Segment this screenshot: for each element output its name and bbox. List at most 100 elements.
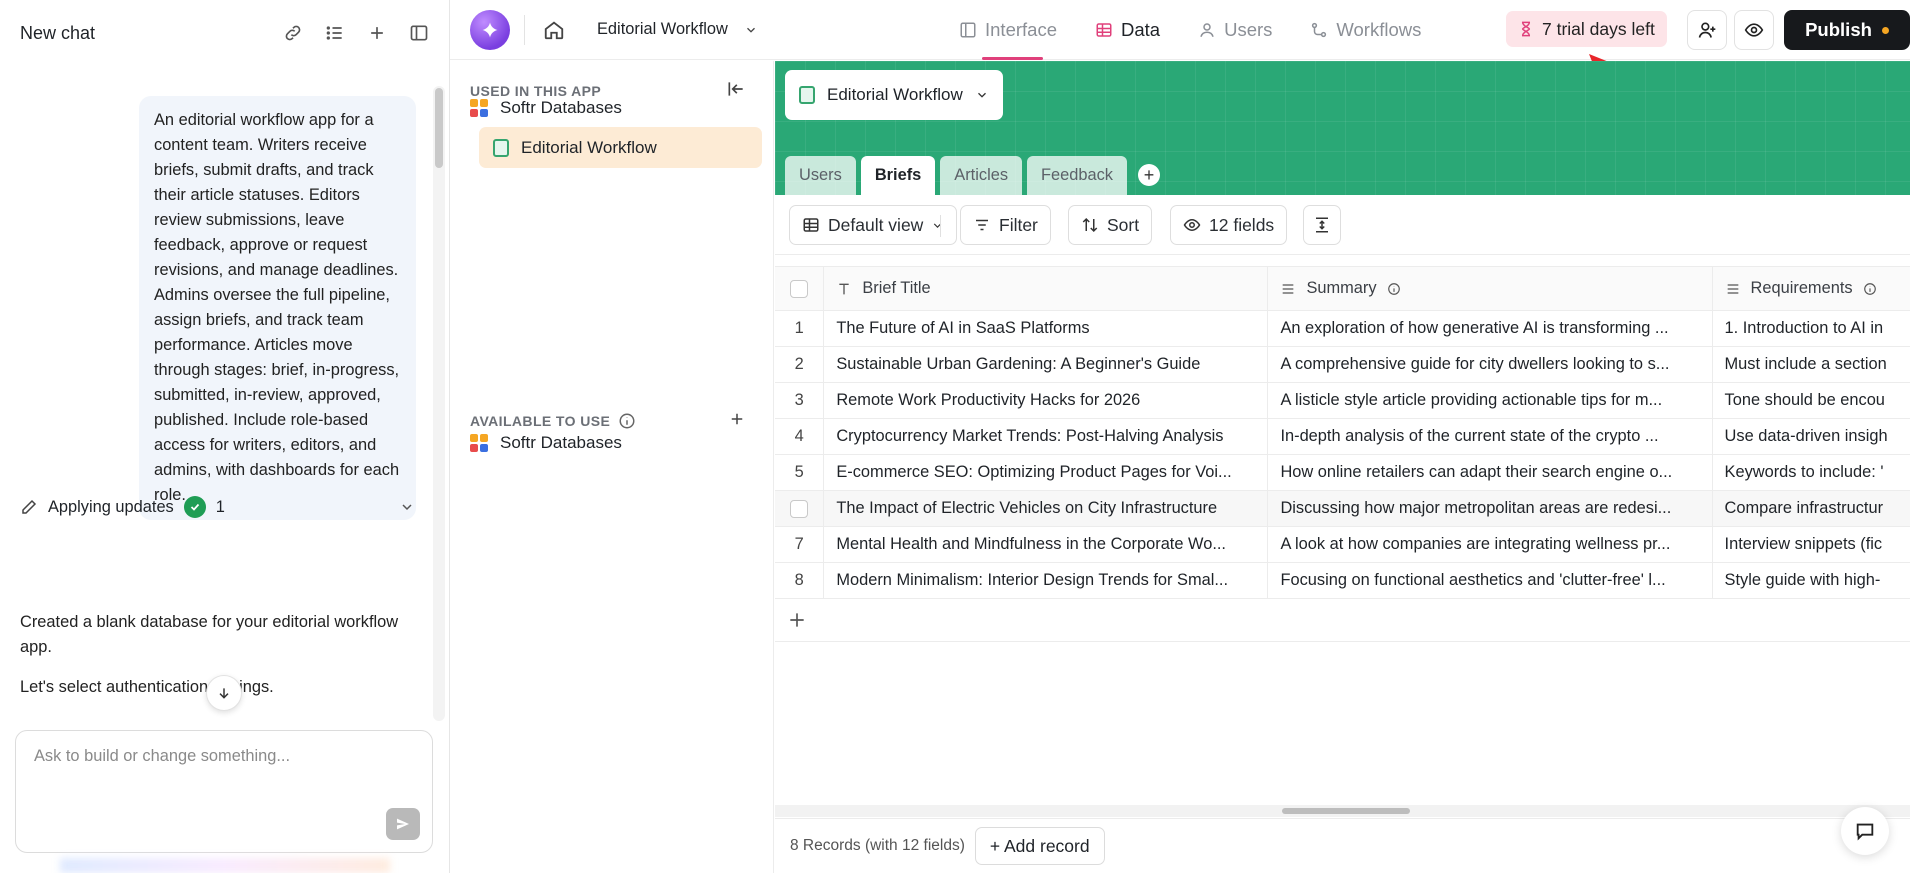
available-to-use-label: AVAILABLE TO USE (470, 412, 636, 430)
cell-brief-title[interactable]: Remote Work Productivity Hacks for 2026 (824, 383, 1269, 418)
add-row-button[interactable] (775, 599, 1910, 642)
home-icon (544, 21, 564, 39)
cell-brief-title[interactable]: Sustainable Urban Gardening: A Beginner'… (824, 347, 1269, 382)
info-icon[interactable] (618, 412, 636, 430)
cell-summary[interactable]: A look at how companies are integrating … (1268, 527, 1713, 562)
cell-requirements[interactable]: Keywords to include: ' (1713, 455, 1910, 490)
app-name: Editorial Workflow (597, 20, 728, 38)
sidebar-item-editorial-workflow[interactable]: Editorial Workflow (479, 127, 762, 168)
cell-requirements[interactable]: Interview snippets (fic (1713, 527, 1910, 562)
cell-requirements[interactable]: Style guide with high- (1713, 563, 1910, 598)
table-row[interactable]: 5 E-commerce SEO: Optimizing Product Pag… (775, 455, 1910, 491)
cell-summary[interactable]: A comprehensive guide for city dwellers … (1268, 347, 1713, 382)
database-sidebar: USED IN THIS APP Softr Databases Editori… (450, 61, 774, 873)
info-icon[interactable] (1863, 282, 1877, 296)
view-selector[interactable]: Default view (789, 205, 958, 245)
sort-button[interactable]: Sort (1068, 205, 1153, 245)
invite-user-button[interactable] (1687, 10, 1727, 50)
table-row-hovered[interactable]: The Impact of Electric Vehicles on City … (775, 491, 1910, 527)
cell-brief-title[interactable]: Mental Health and Mindfulness in the Cor… (824, 527, 1269, 562)
send-icon (397, 818, 409, 830)
table-row[interactable]: 3 Remote Work Productivity Hacks for 202… (775, 383, 1910, 419)
cell-brief-title[interactable]: The Future of AI in SaaS Platforms (824, 311, 1269, 346)
cell-requirements[interactable]: Compare infrastructur (1713, 491, 1910, 526)
horizontal-scrollbar-thumb[interactable] (1282, 808, 1410, 814)
home-button[interactable] (539, 15, 569, 45)
add-table-button[interactable]: + (1138, 164, 1160, 186)
publish-button[interactable]: Publish (1784, 10, 1910, 50)
preview-button[interactable] (1734, 10, 1774, 50)
cell-summary[interactable]: Focusing on functional aesthetics and 'c… (1268, 563, 1713, 598)
plus-icon[interactable] (367, 23, 387, 43)
column-header-summary[interactable]: Summary (1268, 267, 1713, 310)
info-icon[interactable] (1387, 282, 1401, 296)
table-row[interactable]: 4 Cryptocurrency Market Trends: Post-Hal… (775, 419, 1910, 455)
row-checkbox[interactable] (790, 499, 809, 518)
chevron-down-icon[interactable] (399, 499, 415, 515)
tab-feedback[interactable]: Feedback (1027, 156, 1127, 195)
check-icon (183, 496, 206, 518)
chat-support-button[interactable] (1841, 807, 1889, 855)
cell-requirements[interactable]: Tone should be encou (1713, 383, 1910, 418)
cell-summary[interactable]: A listicle style article providing actio… (1268, 383, 1713, 418)
sort-icon (1082, 217, 1098, 233)
row-number: 4 (775, 419, 825, 454)
nav-users[interactable]: Users (1179, 0, 1291, 60)
cell-summary[interactable]: Discussing how major metropolitan areas … (1268, 491, 1713, 526)
cell-brief-title[interactable]: E-commerce SEO: Optimizing Product Pages… (824, 455, 1269, 490)
table-header-row: Brief Title Summary Requirements (775, 266, 1910, 311)
sidebar-item-softr-databases[interactable]: Softr Databases (470, 98, 622, 118)
collapse-sidebar-icon[interactable] (726, 79, 746, 99)
select-all-checkbox[interactable] (790, 279, 809, 298)
list-icon[interactable] (325, 23, 345, 43)
assistant-message: Created a blank database for your editor… (20, 613, 399, 656)
filter-button[interactable]: Filter (960, 205, 1051, 245)
table-row[interactable]: 1 The Future of AI in SaaS Platforms An … (775, 311, 1910, 347)
cell-summary[interactable]: In-depth analysis of the current state o… (1268, 419, 1713, 454)
nav-workflows[interactable]: Workflows (1291, 0, 1440, 60)
sidebar-item-available-softr-databases[interactable]: Softr Databases (470, 433, 622, 453)
send-button[interactable] (386, 808, 420, 840)
table-row[interactable]: 2 Sustainable Urban Gardening: A Beginne… (775, 347, 1910, 383)
tab-users[interactable]: Users (785, 156, 856, 195)
chat-input[interactable] (34, 747, 414, 766)
applying-updates-row[interactable]: Applying updates 1 (20, 496, 415, 518)
user-prompt-bubble: An editorial workflow app for a content … (139, 96, 416, 520)
row-number: 1 (775, 311, 825, 346)
cell-brief-title[interactable]: Cryptocurrency Market Trends: Post-Halvi… (824, 419, 1269, 454)
panel-toggle-icon[interactable] (409, 23, 429, 43)
nav-data[interactable]: Data (1076, 0, 1179, 60)
row-select-cell (775, 491, 825, 526)
cell-requirements[interactable]: 1. Introduction to AI in (1713, 311, 1910, 346)
fields-button[interactable]: 12 fields (1170, 205, 1288, 245)
table-row[interactable]: 7 Mental Health and Mindfulness in the C… (775, 527, 1910, 563)
app-selector[interactable]: Editorial Workflow (597, 20, 758, 39)
add-record-button[interactable]: + Add record (974, 827, 1105, 865)
data-area: Editorial Workflow Users Briefs Articles… (775, 61, 1910, 873)
nav-interface[interactable]: Interface (940, 0, 1076, 60)
cell-requirements[interactable]: Use data-driven insigh (1713, 419, 1910, 454)
cell-summary[interactable]: An exploration of how generative AI is t… (1268, 311, 1713, 346)
tab-articles[interactable]: Articles (940, 156, 1023, 195)
long-text-icon (1283, 283, 1294, 294)
row-height-button[interactable] (1303, 205, 1341, 245)
select-all-cell (775, 267, 825, 310)
cell-brief-title[interactable]: Modern Minimalism: Interior Design Trend… (824, 563, 1269, 598)
horizontal-scrollbar[interactable] (775, 805, 1910, 817)
user-plus-icon (1698, 22, 1716, 38)
column-header-requirements[interactable]: Requirements (1713, 267, 1910, 310)
trial-badge[interactable]: 7 trial days left (1506, 11, 1667, 47)
sparkle-icon (482, 22, 498, 37)
database-selector[interactable]: Editorial Workflow (785, 70, 1003, 120)
tab-briefs[interactable]: Briefs (860, 156, 936, 195)
cell-brief-title[interactable]: The Impact of Electric Vehicles on City … (824, 491, 1269, 526)
table-row[interactable]: 8 Modern Minimalism: Interior Design Tre… (775, 563, 1910, 599)
link-icon[interactable] (283, 23, 303, 43)
add-datasource-icon[interactable] (728, 410, 746, 428)
chevron-down-icon (977, 92, 986, 98)
app-logo[interactable] (470, 9, 510, 50)
column-header-brief-title[interactable]: Brief Title (824, 267, 1269, 310)
scroll-down-button[interactable] (206, 675, 242, 711)
cell-summary[interactable]: How online retailers can adapt their sea… (1268, 455, 1713, 490)
cell-requirements[interactable]: Must include a section (1713, 347, 1910, 382)
